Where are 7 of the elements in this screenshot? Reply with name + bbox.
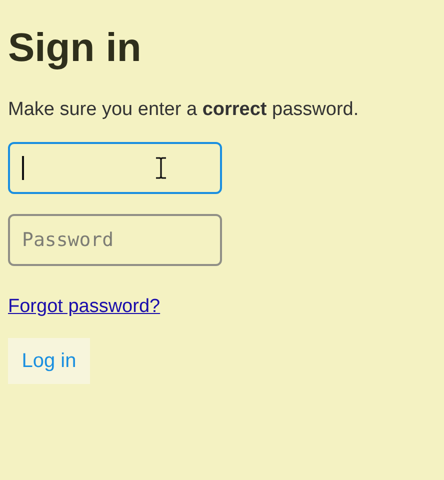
forgot-password-link[interactable]: Forgot password? <box>8 296 160 318</box>
instruction-text: Make sure you enter a correct password. <box>8 98 359 122</box>
page-title: Sign in <box>8 25 142 72</box>
text-cursor-icon <box>155 157 167 179</box>
text-caret <box>22 156 24 180</box>
input-field[interactable]: Password <box>8 214 222 266</box>
input-field[interactable] <box>8 142 222 194</box>
